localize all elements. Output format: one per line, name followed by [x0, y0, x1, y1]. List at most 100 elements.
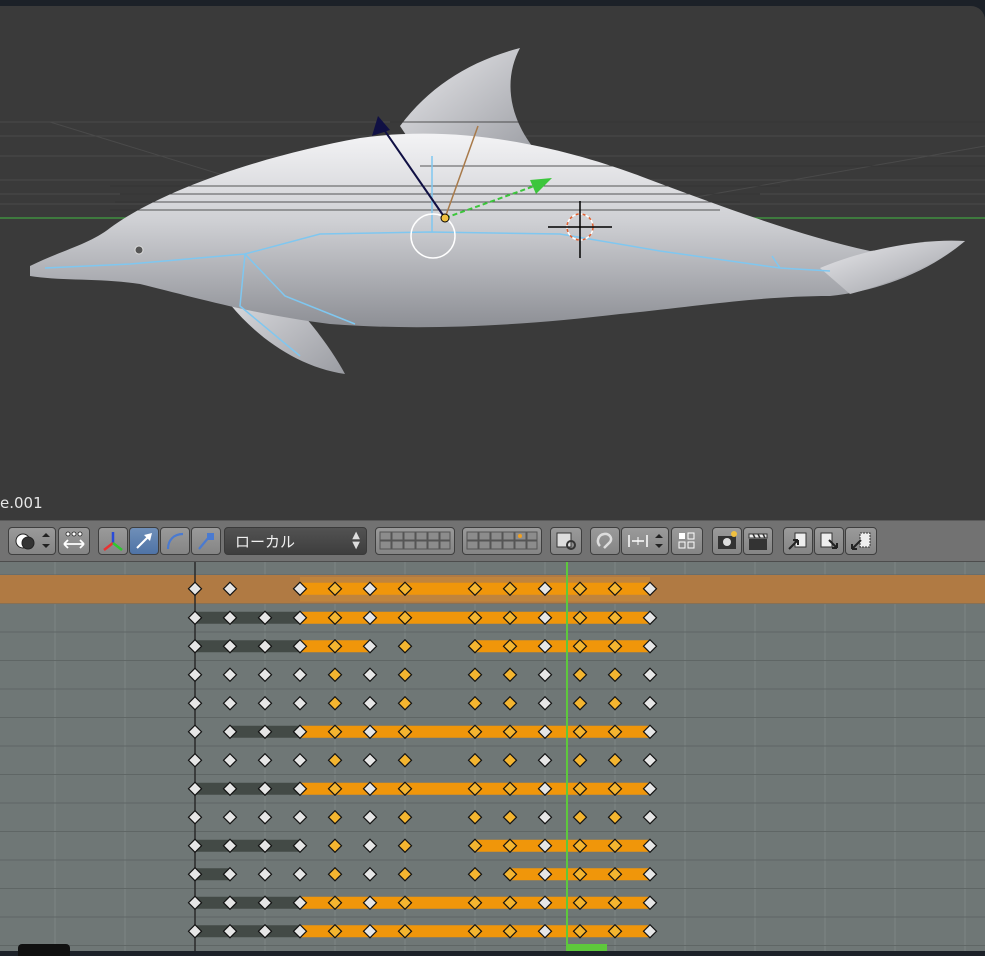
keyframe-diamond[interactable]	[607, 695, 623, 711]
keyframe-diamond[interactable]	[327, 866, 343, 882]
keyframe-diamond[interactable]	[327, 809, 343, 825]
layers-button-2[interactable]	[462, 527, 542, 555]
keyframe-diamond[interactable]	[222, 695, 238, 711]
rotate-manipulator-button[interactable]	[160, 527, 190, 555]
keyframe-diamond[interactable]	[257, 809, 273, 825]
layers-grid-2-icon	[466, 531, 538, 550]
dolphin-body	[30, 133, 965, 328]
keyframe-diamond[interactable]	[642, 752, 658, 768]
inactive-hold	[195, 896, 300, 909]
render-animation-button[interactable]	[743, 527, 773, 555]
proportional-edit-icon	[596, 532, 613, 549]
keyframe-diamond[interactable]	[607, 752, 623, 768]
manipulator-toggle-icon	[63, 531, 85, 549]
keyframe-diamond[interactable]	[362, 695, 378, 711]
keyframe-diamond[interactable]	[642, 695, 658, 711]
keyframe-diamond[interactable]	[257, 866, 273, 882]
keyframe-diamond[interactable]	[362, 838, 378, 854]
keyframe-diamond[interactable]	[397, 809, 413, 825]
keyframe-diamond[interactable]	[607, 809, 623, 825]
inactive-hold	[195, 839, 300, 852]
keyframe-diamond[interactable]	[187, 752, 203, 768]
rotate-manipulator-icon	[166, 532, 184, 550]
keyframe-diamond[interactable]	[502, 752, 518, 768]
copy-pose-button[interactable]	[783, 527, 813, 555]
keyframe-diamond[interactable]	[467, 752, 483, 768]
snap-element-button[interactable]	[621, 527, 669, 555]
keyframe-diamond[interactable]	[362, 667, 378, 683]
keyframe-diamond[interactable]	[362, 809, 378, 825]
keyframe-diamond[interactable]	[607, 667, 623, 683]
layers-button-1[interactable]	[375, 527, 455, 555]
keyframe-diamond[interactable]	[327, 667, 343, 683]
keyframe-diamond[interactable]	[467, 866, 483, 882]
scale-manipulator-icon	[198, 533, 214, 550]
keyframe-diamond[interactable]	[467, 695, 483, 711]
keyframe-hold[interactable]	[475, 640, 650, 653]
paste-flipped-icon	[851, 532, 871, 550]
keyframe-diamond[interactable]	[397, 838, 413, 854]
keyframe-diamond[interactable]	[222, 667, 238, 683]
keyframe-diamond[interactable]	[397, 638, 413, 654]
keyframe-diamond[interactable]	[222, 809, 238, 825]
keyframe-diamond[interactable]	[292, 866, 308, 882]
keyframe-diamond[interactable]	[327, 695, 343, 711]
keyframe-diamond[interactable]	[292, 752, 308, 768]
keyframe-diamond[interactable]	[292, 809, 308, 825]
keyframe-diamond[interactable]	[362, 752, 378, 768]
keyframe-diamond[interactable]	[502, 695, 518, 711]
paste-flipped-pose-button[interactable]	[845, 527, 877, 555]
keyframe-diamond[interactable]	[327, 838, 343, 854]
axis-manipulator-button[interactable]	[98, 527, 128, 555]
keyframe-diamond[interactable]	[572, 667, 588, 683]
keyframe-diamond[interactable]	[187, 724, 203, 740]
keyframe-diamond[interactable]	[292, 667, 308, 683]
keyframe-diamond[interactable]	[642, 809, 658, 825]
area-corner-tab[interactable]	[18, 944, 70, 956]
inactive-hold	[195, 611, 300, 624]
keyframe-diamond[interactable]	[257, 752, 273, 768]
translate-manipulator-icon	[136, 533, 152, 549]
keyframe-diamond[interactable]	[537, 809, 553, 825]
scale-manipulator-button[interactable]	[191, 527, 221, 555]
keyframe-diamond[interactable]	[292, 695, 308, 711]
dopesheet-editor[interactable]	[0, 562, 985, 951]
keyframe-diamond[interactable]	[537, 695, 553, 711]
keyframe-diamond[interactable]	[467, 809, 483, 825]
keyframe-diamond[interactable]	[642, 667, 658, 683]
keyframe-diamond[interactable]	[187, 667, 203, 683]
keyframe-diamond[interactable]	[187, 809, 203, 825]
viewport-shading-button[interactable]	[8, 527, 56, 555]
keyframe-diamond[interactable]	[327, 752, 343, 768]
lock-layers-button[interactable]	[550, 527, 582, 555]
keyframe-diamond[interactable]	[397, 667, 413, 683]
keyframe-diamond[interactable]	[397, 752, 413, 768]
paste-pose-button[interactable]	[814, 527, 844, 555]
copy-pose-icon	[788, 532, 807, 550]
keyframe-diamond[interactable]	[572, 695, 588, 711]
keyframe-diamond[interactable]	[537, 752, 553, 768]
keyframe-diamond[interactable]	[502, 667, 518, 683]
keyframe-diamond[interactable]	[502, 809, 518, 825]
3d-viewport[interactable]: e.001	[0, 6, 985, 520]
keyframe-diamond[interactable]	[257, 667, 273, 683]
updown-arrows-icon: ▲ ▼	[352, 530, 360, 551]
keyframe-diamond[interactable]	[397, 866, 413, 882]
keyframe-diamond[interactable]	[467, 667, 483, 683]
keyframe-diamond[interactable]	[222, 752, 238, 768]
manipulator-toggle-button[interactable]	[58, 527, 90, 555]
transform-orientation-select[interactable]: ローカル ▲ ▼	[224, 527, 367, 555]
keyframe-diamond[interactable]	[187, 695, 203, 711]
keyframe-diamond[interactable]	[572, 809, 588, 825]
keyframe-diamond[interactable]	[257, 695, 273, 711]
render-opengl-button[interactable]	[712, 527, 742, 555]
keyframe-diamond[interactable]	[537, 667, 553, 683]
keyframe-diamond[interactable]	[572, 752, 588, 768]
keyframe-diamond[interactable]	[362, 866, 378, 882]
translate-manipulator-button[interactable]	[129, 527, 159, 555]
snap-target-button[interactable]	[671, 527, 703, 555]
proportional-edit-button[interactable]	[590, 527, 620, 555]
layers-grid-icon	[379, 531, 451, 550]
keyframe-diamond[interactable]	[397, 695, 413, 711]
keyframe-hold[interactable]	[475, 839, 650, 852]
